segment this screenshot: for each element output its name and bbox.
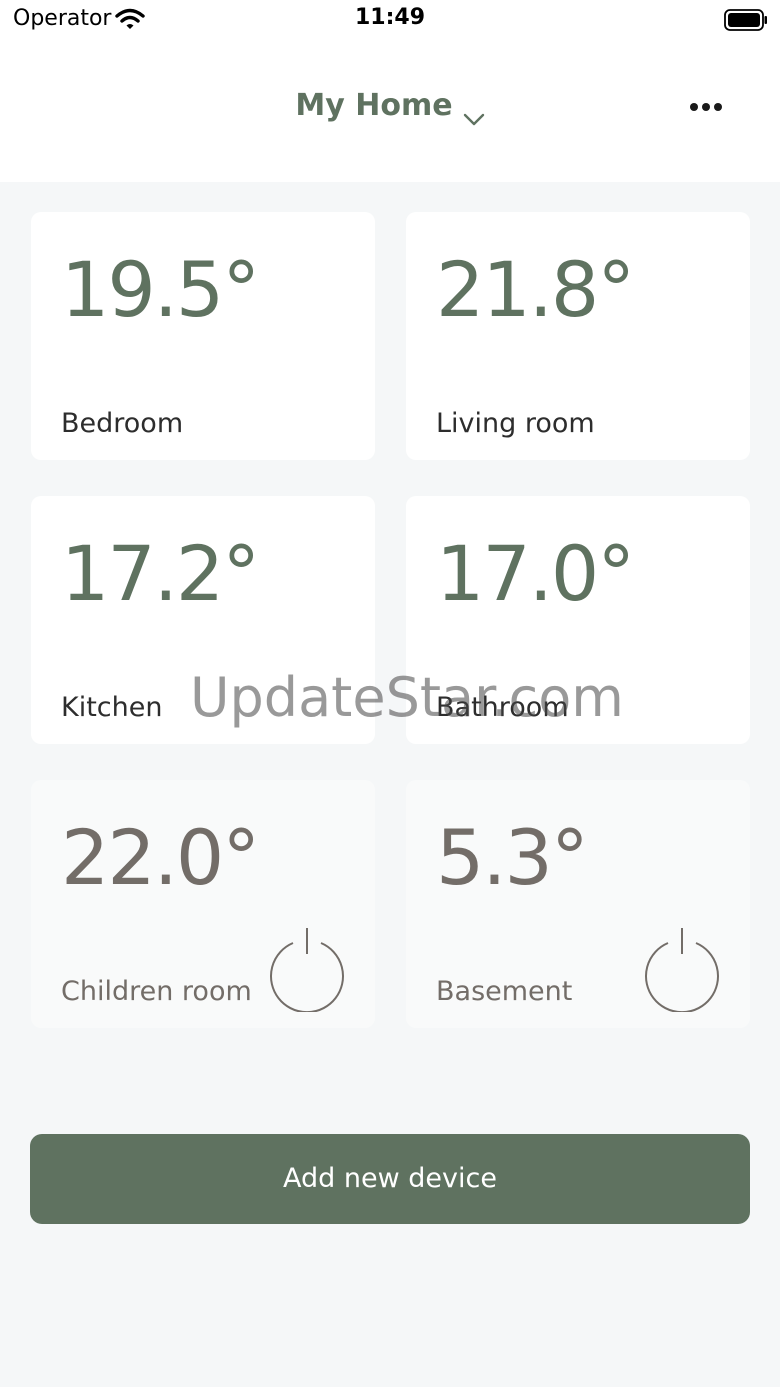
room-card-bathroom[interactable]: 17.0° Bathroom <box>406 496 750 744</box>
more-options-button[interactable] <box>684 92 728 122</box>
room-temperature: 21.8° <box>436 245 635 334</box>
power-icon <box>645 928 719 1014</box>
power-button[interactable] <box>269 926 349 1014</box>
room-temperature: 19.5° <box>61 245 260 334</box>
home-selector[interactable]: My Home <box>0 88 780 125</box>
home-title: My Home <box>295 88 453 123</box>
room-card-bedroom[interactable]: 19.5° Bedroom <box>31 212 375 460</box>
status-bar: Operator 11:49 <box>0 0 780 40</box>
room-card-children-room[interactable]: 22.0° Children room <box>31 780 375 1028</box>
room-name: Basement <box>436 976 573 1007</box>
room-temperature: 5.3° <box>436 813 589 902</box>
room-temperature: 22.0° <box>61 813 260 902</box>
power-button[interactable] <box>644 926 724 1014</box>
battery-icon <box>724 9 768 31</box>
room-card-living-room[interactable]: 21.8° Living room <box>406 212 750 460</box>
more-horizontal-icon <box>690 103 722 111</box>
add-new-device-button[interactable]: Add new device <box>30 1134 750 1224</box>
room-temperature: 17.2° <box>61 529 260 618</box>
room-name: Children room <box>61 976 252 1007</box>
room-card-kitchen[interactable]: 17.2° Kitchen <box>31 496 375 744</box>
room-temperature: 17.0° <box>436 529 635 618</box>
room-name: Bathroom <box>436 692 569 723</box>
clock: 11:49 <box>354 5 426 30</box>
room-name: Living room <box>436 408 595 439</box>
room-card-basement[interactable]: 5.3° Basement <box>406 780 750 1028</box>
power-icon <box>270 928 344 1014</box>
room-name: Kitchen <box>61 692 163 723</box>
chevron-down-icon <box>463 100 485 125</box>
room-name: Bedroom <box>61 408 184 439</box>
